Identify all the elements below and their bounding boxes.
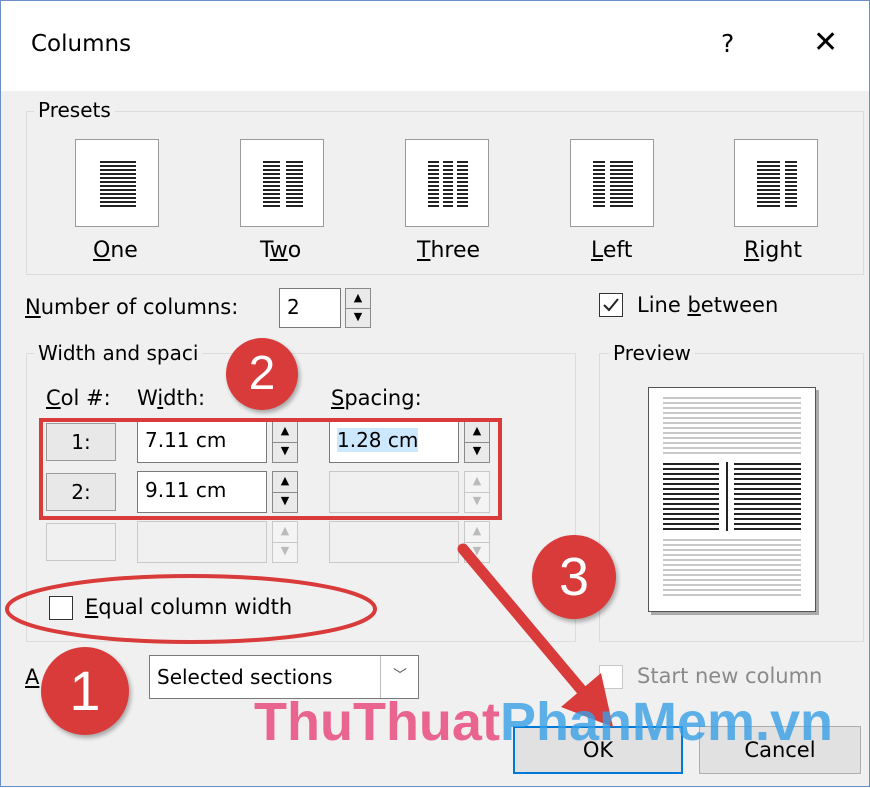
step-3-marker: 3 — [532, 535, 616, 619]
line-between-checkbox[interactable] — [599, 293, 623, 317]
col-3-spacing-spinner[interactable]: ▲ ▼ — [464, 521, 490, 563]
number-of-columns-spinner[interactable]: ▲ ▼ — [345, 288, 371, 328]
close-button[interactable]: ✕ — [813, 25, 838, 60]
left-column-icon — [593, 161, 633, 207]
two-columns-icon — [263, 161, 303, 207]
width-header: Width: — [137, 386, 206, 410]
preset-right-button[interactable] — [734, 139, 818, 227]
col-1-button[interactable]: 1: — [46, 423, 116, 461]
spacing-header: Spacing: — [331, 386, 422, 410]
preset-one-button[interactable] — [75, 139, 159, 227]
preset-three-button[interactable] — [405, 139, 489, 227]
col-1-width-spinner[interactable]: ▲ ▼ — [272, 421, 298, 463]
width-spacing-legend: Width and spaci — [34, 341, 203, 365]
line-between-label: Line between — [637, 293, 779, 317]
spin-down-icon[interactable]: ▼ — [465, 542, 489, 562]
preset-two-label: Two — [260, 238, 302, 263]
preview-legend: Preview — [609, 341, 695, 365]
start-new-column-label: Start new column — [637, 664, 823, 688]
preset-two-button[interactable] — [240, 139, 324, 227]
spin-up-icon[interactable]: ▲ — [273, 522, 297, 543]
preset-one-label: One — [93, 238, 138, 263]
col-1-spacing-spinner[interactable]: ▲ ▼ — [464, 421, 490, 463]
col-3-button[interactable] — [46, 523, 116, 561]
presets-legend: Presets — [34, 98, 115, 122]
right-column-icon — [757, 161, 797, 207]
watermark-text: ThuThuatPhanMem.vn — [254, 692, 834, 752]
title-bar: Columns ? ✕ — [1, 1, 869, 91]
col-2-width-spinner[interactable]: ▲ ▼ — [272, 471, 298, 513]
col-2-spacing-spinner[interactable]: ▲ ▼ — [464, 471, 490, 513]
spin-down-icon[interactable]: ▼ — [273, 492, 297, 512]
spin-up-icon[interactable]: ▲ — [346, 289, 370, 309]
spin-down-icon[interactable]: ▼ — [273, 542, 297, 562]
three-columns-icon — [428, 161, 468, 207]
spin-down-icon[interactable]: ▼ — [346, 308, 370, 327]
col-2-spacing-input[interactable] — [329, 471, 459, 513]
col-2-button[interactable]: 2: — [46, 473, 116, 511]
spin-up-icon[interactable]: ▲ — [465, 522, 489, 543]
equal-column-width-label: Equal column width — [85, 595, 293, 619]
col-3-width-input[interactable] — [137, 521, 267, 563]
col-3-width-spinner[interactable]: ▲ ▼ — [272, 521, 298, 563]
spin-up-icon[interactable]: ▲ — [273, 472, 297, 493]
preset-three-label: Three — [417, 238, 481, 263]
preview-page-image — [663, 397, 801, 596]
spin-up-icon[interactable]: ▲ — [273, 422, 297, 443]
columns-dialog: Columns ? ✕ Presets One Two Three Left R… — [0, 0, 870, 787]
col-1-width-input[interactable]: 7.11 cm — [137, 421, 267, 463]
col-number-header: Col #: — [46, 386, 111, 410]
help-button[interactable]: ? — [721, 29, 734, 58]
one-column-icon — [100, 161, 136, 207]
dialog-title: Columns — [31, 31, 132, 57]
col-2-width-input[interactable]: 9.11 cm — [137, 471, 267, 513]
checkmark-icon — [603, 298, 619, 312]
col-3-spacing-input[interactable] — [329, 521, 459, 563]
spin-down-icon[interactable]: ▼ — [465, 492, 489, 512]
number-of-columns-label: Number of columns: — [25, 295, 239, 319]
spin-up-icon[interactable]: ▲ — [465, 472, 489, 493]
step-1-marker: 1 — [41, 647, 129, 735]
number-of-columns-input[interactable]: 2 — [279, 288, 341, 328]
apply-to-label: A — [25, 665, 40, 689]
start-new-column-checkbox[interactable] — [599, 665, 623, 689]
equal-column-width-checkbox[interactable] — [49, 596, 73, 620]
step-2-marker: 2 — [226, 338, 298, 410]
preset-left-label: Left — [591, 238, 633, 263]
preset-left-button[interactable] — [570, 139, 654, 227]
spin-down-icon[interactable]: ▼ — [273, 442, 297, 462]
preset-right-label: Right — [744, 238, 802, 263]
col-1-spacing-input[interactable]: 1.28 cm — [329, 421, 459, 463]
spin-down-icon[interactable]: ▼ — [465, 442, 489, 462]
preview-page — [648, 387, 816, 612]
spin-up-icon[interactable]: ▲ — [465, 422, 489, 443]
